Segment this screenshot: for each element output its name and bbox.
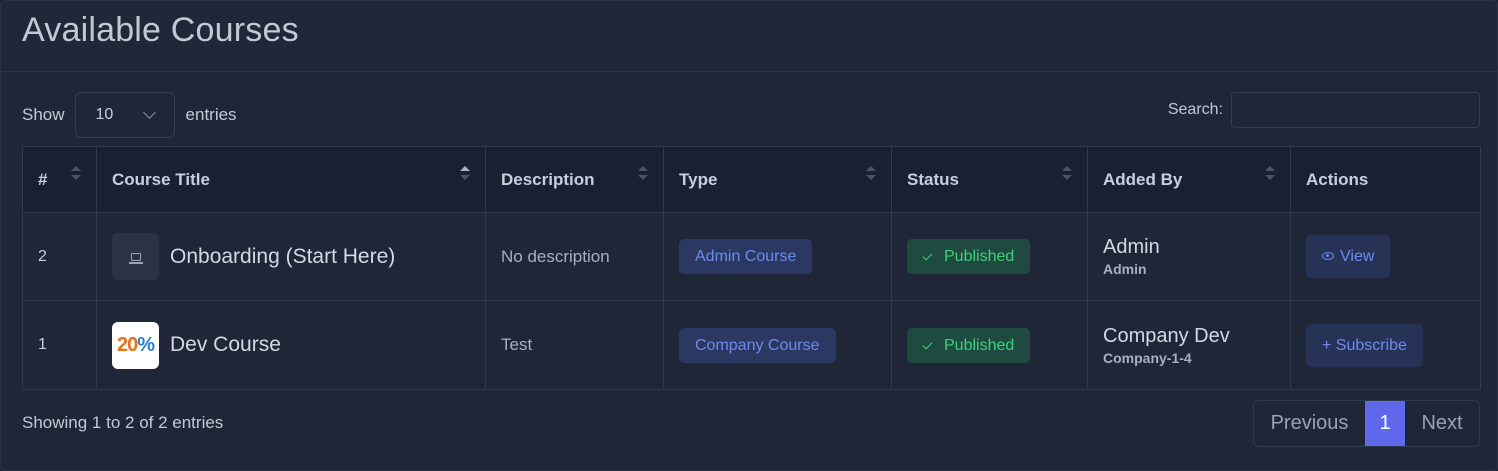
page-title: Available Courses [22,11,299,49]
status-cell: Published [891,300,1088,390]
course-title-cell: Onboarding (Start Here) [96,212,486,301]
sort-icon [638,166,648,182]
courses-card: Available Courses Show 10 entries Search… [0,0,1498,471]
table-row: 1 20% Dev Course Test Company Course Pub… [22,300,1481,390]
column-header-course-title[interactable]: Course Title [96,146,486,213]
chevron-down-icon [142,106,156,119]
row-number: 2 [22,212,97,301]
type-cell: Company Course [663,300,892,390]
search-label: Search: [1167,101,1223,118]
added-by-cell: Admin Admin [1087,212,1291,301]
sort-asc-icon [460,166,470,182]
course-description: No description [485,212,664,301]
type-badge: Admin Course [679,239,813,274]
type-cell: Admin Course [663,212,892,301]
added-by-sub: Admin [1103,261,1147,277]
row-number: 1 [22,300,97,390]
card-header: Available Courses [1,1,1497,72]
column-header-status[interactable]: Status [891,146,1088,213]
column-header-actions: Actions [1290,146,1481,213]
table-row: 2 Onboarding (Start Here) No description… [22,212,1481,301]
promo-image: 20% [112,321,159,369]
entries-select[interactable]: 10 [74,92,175,138]
course-thumbnail [112,233,159,280]
course-title-cell: 20% Dev Course [96,300,486,390]
column-header-type[interactable]: Type [663,146,892,213]
laptop-icon [128,252,143,264]
check-icon [922,250,933,261]
pagination: Previous 1 Next [1253,400,1480,447]
column-header-num[interactable]: # [22,146,97,213]
type-badge: Company Course [679,327,836,363]
courses-table: # Course Title Description Type Status A… [22,146,1481,390]
entries-length: Show 10 entries [22,92,237,138]
view-button[interactable]: View [1306,235,1391,278]
sort-icon [1062,166,1072,182]
added-by-name: Company Dev [1103,324,1230,347]
eye-icon [1322,251,1334,260]
course-title: Onboarding (Start Here) [170,244,396,268]
table-controls: Show 10 entries Search: [22,92,1480,138]
sort-icon [71,166,81,182]
status-cell: Published [891,212,1088,301]
added-by-cell: Company Dev Company-1-4 [1087,300,1291,390]
show-label: Show [22,105,65,124]
course-title: Dev Course [170,333,281,356]
column-header-description[interactable]: Description [485,146,664,213]
previous-page-button[interactable]: Previous [1254,401,1365,446]
added-by-name: Admin [1103,236,1160,258]
sort-icon [866,166,876,182]
added-by-sub: Company-1-4 [1103,349,1192,366]
status-badge: Published [907,327,1031,363]
actions-cell: + Subscribe [1290,300,1481,390]
sort-icon [1265,166,1275,182]
search-box: Search: [1168,92,1480,128]
column-header-added-by[interactable]: Added By [1087,146,1291,213]
next-page-button[interactable]: Next [1405,401,1479,446]
actions-cell: View [1290,212,1481,301]
check-icon [922,339,933,350]
table-header-row: # Course Title Description Type Status A… [22,146,1481,213]
search-input[interactable] [1231,92,1480,128]
subscribe-button[interactable]: + Subscribe [1306,323,1423,367]
page-1-button[interactable]: 1 [1365,401,1405,446]
entries-label: entries [185,105,237,124]
entries-value: 10 [95,106,114,123]
table-info: Showing 1 to 2 of 2 entries [22,413,224,432]
status-badge: Published [907,239,1031,274]
course-description: Test [485,300,664,390]
